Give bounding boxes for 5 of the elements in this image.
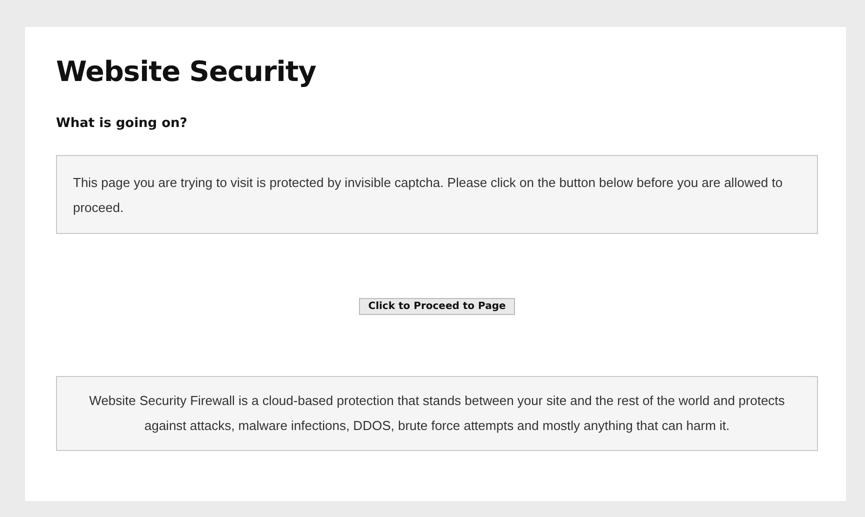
notice-text: This page you are trying to visit is protected by invisible captcha. Please click on the button below before you are allowed to proceed. bbox=[73, 174, 784, 217]
proceed-button[interactable]: Click to Proceed to Page bbox=[359, 298, 515, 315]
info-text: Website Security Firewall is a cloud-based protection that stands between your site and the rest of the world and protects against attacks, malware infections, DDOS, brute force attempts and mostly anything that can harm it. bbox=[88, 392, 786, 435]
page-title: Website Security bbox=[56, 55, 316, 88]
section-heading: What is going on? bbox=[56, 116, 188, 131]
